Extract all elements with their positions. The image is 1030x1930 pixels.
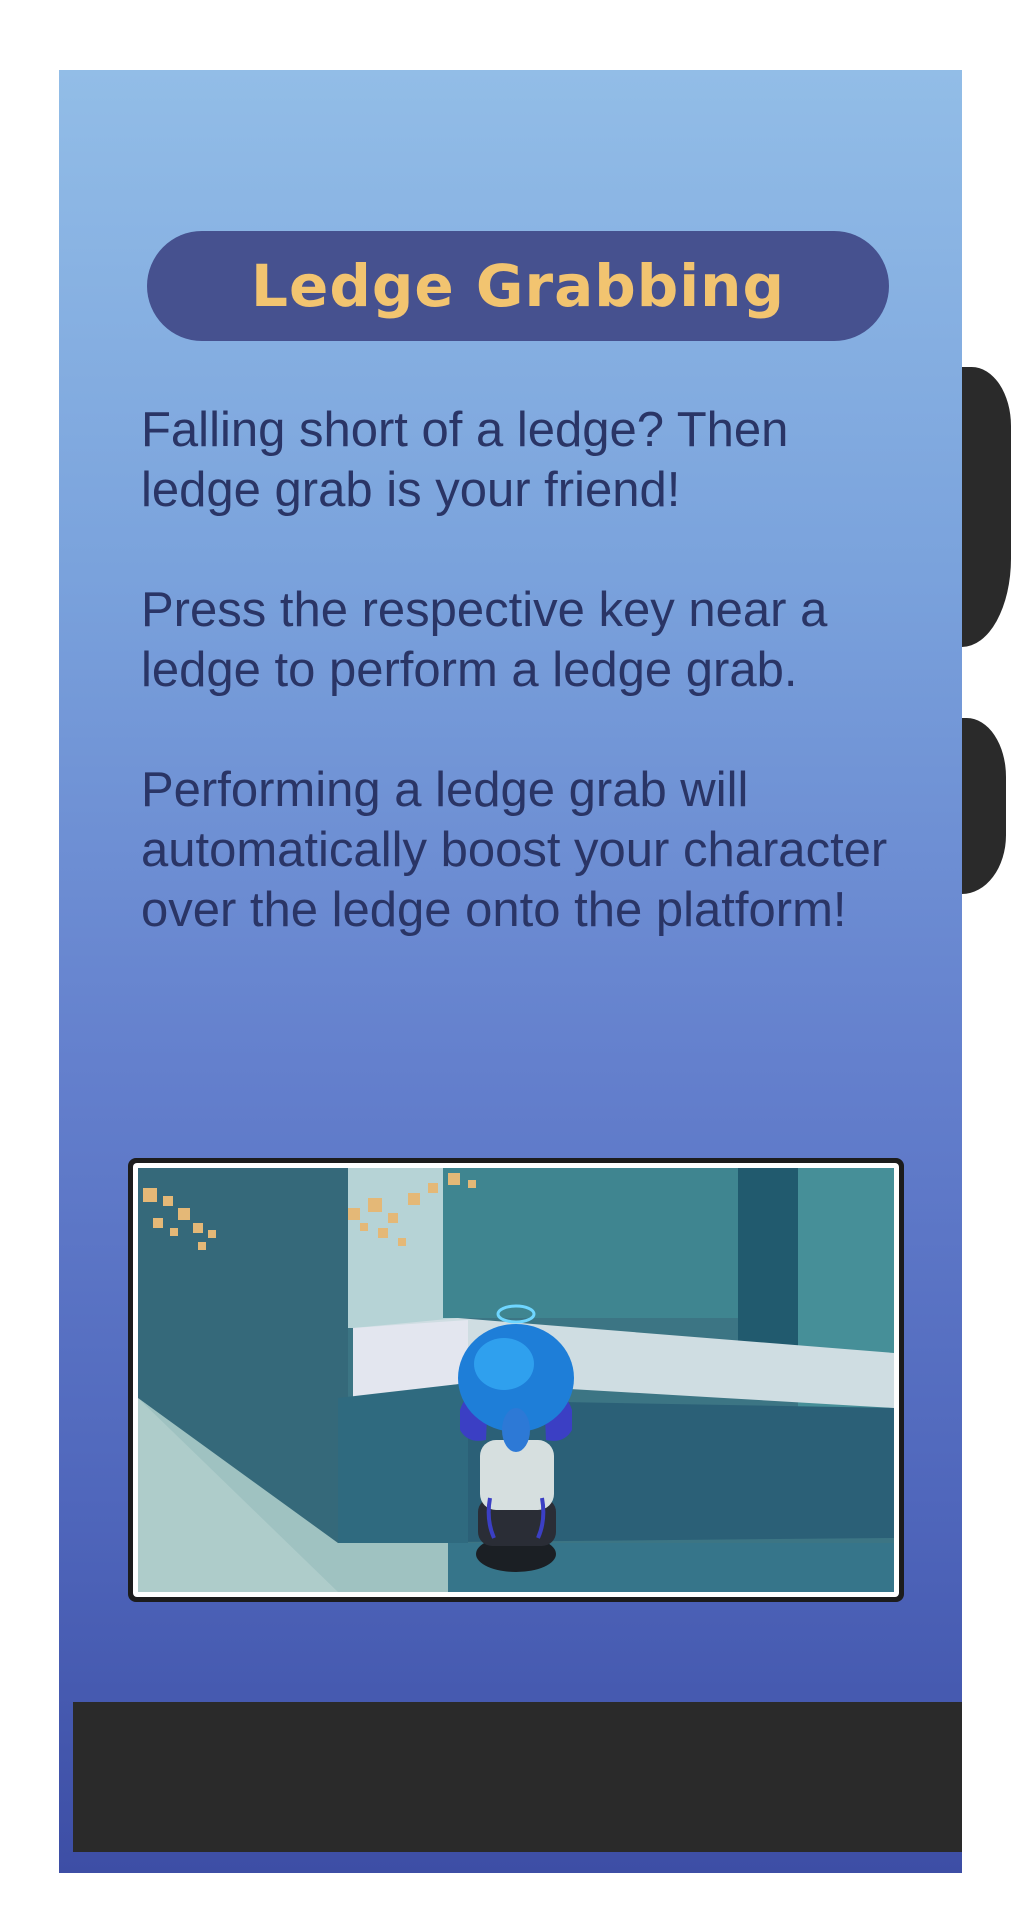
paragraph-instructions: Press the respective key near a ledge to…	[141, 583, 828, 697]
paragraph-intro: Falling short of a ledge? Then ledge gra…	[141, 403, 789, 517]
card-title: Ledge Grabbing	[251, 252, 785, 320]
title-banner: Ledge Grabbing	[147, 231, 889, 341]
tutorial-screen: Ledge Grabbing Falling short of a ledge?…	[0, 0, 1030, 1930]
gameplay-screenshot-frame	[128, 1158, 904, 1602]
ledge-grab-gameplay-image	[138, 1168, 894, 1592]
bottom-bar	[73, 1702, 962, 1852]
paragraph-effect: Performing a ledge grab will automatical…	[141, 763, 888, 937]
card-body: Falling short of a ledge? Then ledge gra…	[141, 400, 901, 1000]
